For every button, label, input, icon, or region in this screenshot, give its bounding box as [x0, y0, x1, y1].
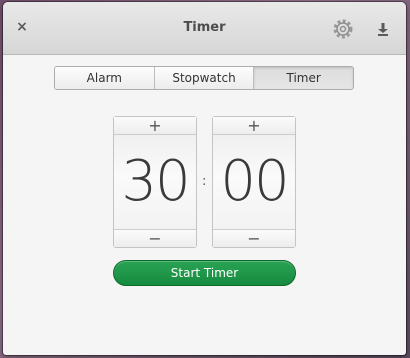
minutes-value[interactable]: 30: [114, 135, 196, 229]
seconds-spinner: + 00 −: [212, 116, 296, 248]
seconds-decrement-button[interactable]: −: [213, 229, 295, 247]
mode-switcher: Alarm Stopwatch Timer: [54, 66, 354, 90]
seconds-increment-button[interactable]: +: [213, 117, 295, 135]
minutes-decrement-button[interactable]: −: [114, 229, 196, 247]
tab-alarm[interactable]: Alarm: [55, 67, 155, 89]
start-timer-button[interactable]: Start Timer: [113, 260, 296, 286]
minutes-spinner: + 30 −: [113, 116, 197, 248]
gear-icon[interactable]: [332, 18, 354, 40]
titlebar: × Timer: [3, 2, 406, 55]
tab-timer[interactable]: Timer: [254, 67, 353, 89]
minutes-increment-button[interactable]: +: [114, 117, 196, 135]
download-icon[interactable]: [376, 21, 390, 37]
tab-stopwatch[interactable]: Stopwatch: [154, 67, 255, 89]
timer-window: × Timer Alarm Stopwatch Timer + 30 − : +…: [3, 2, 406, 355]
seconds-value[interactable]: 00: [213, 135, 295, 229]
time-separator: :: [202, 174, 207, 189]
